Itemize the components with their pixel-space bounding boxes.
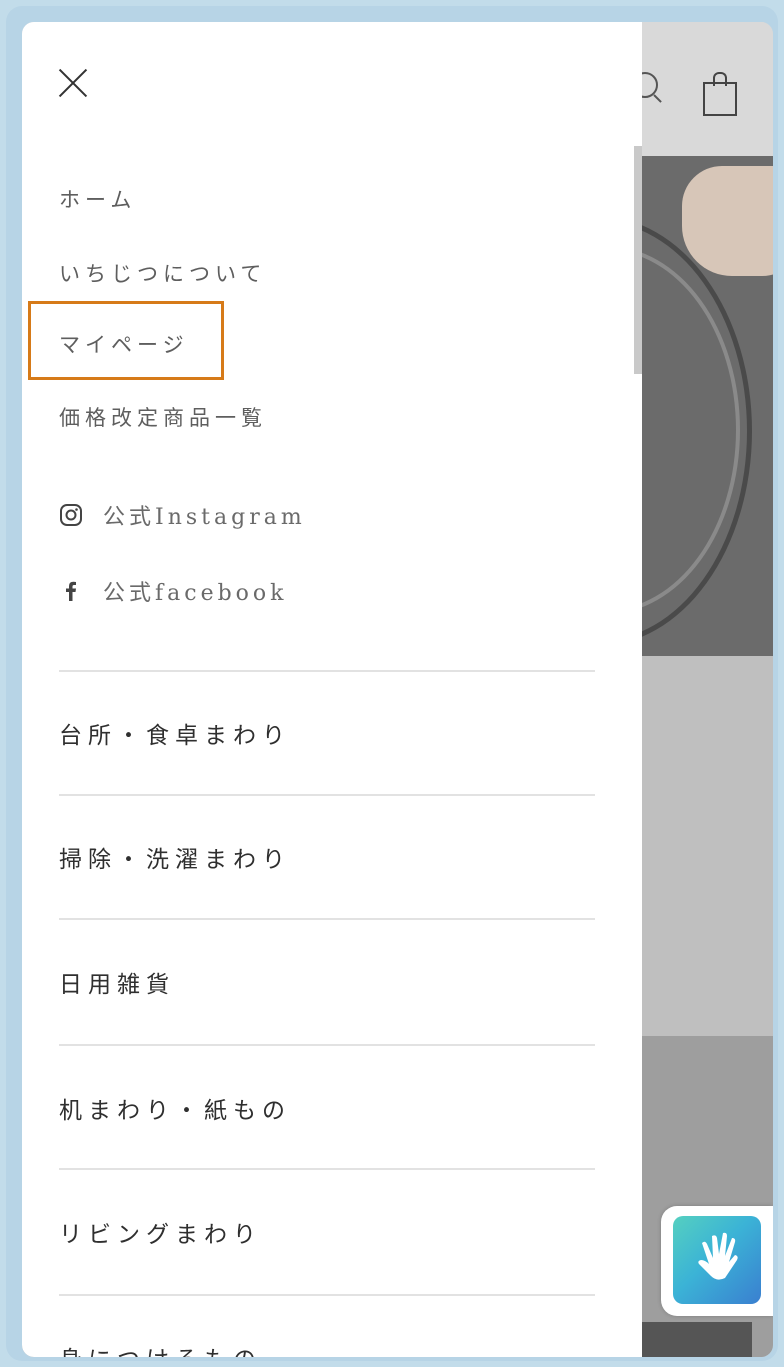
nav-link-about[interactable]: いちじつについて bbox=[59, 258, 266, 288]
category-wearables[interactable]: 身につけるもの bbox=[59, 1340, 262, 1357]
instagram-link[interactable]: 公式Instagram bbox=[59, 499, 306, 531]
category-living[interactable]: リビングまわり bbox=[59, 1215, 262, 1249]
hand-icon bbox=[673, 1216, 761, 1304]
screen: ホーム いちじつについて マイページ 価格改定商品一覧 公式Instagram bbox=[22, 22, 773, 1357]
device-frame: ホーム いちじつについて マイページ 価格改定商品一覧 公式Instagram bbox=[6, 6, 778, 1361]
nav-link-price-revision[interactable]: 価格改定商品一覧 bbox=[59, 402, 267, 432]
nav-link-home[interactable]: ホーム bbox=[59, 184, 136, 214]
facebook-link[interactable]: 公式facebook bbox=[59, 575, 288, 607]
divider bbox=[59, 1168, 595, 1170]
facebook-icon bbox=[59, 579, 83, 603]
category-daily-goods[interactable]: 日用雑貨 bbox=[59, 965, 175, 999]
scrollbar[interactable] bbox=[634, 146, 642, 374]
divider bbox=[59, 1294, 595, 1296]
facebook-label: 公式facebook bbox=[103, 581, 288, 606]
instagram-icon bbox=[59, 503, 83, 527]
divider bbox=[59, 670, 595, 672]
divider bbox=[59, 918, 595, 920]
side-drawer-menu: ホーム いちじつについて マイページ 価格改定商品一覧 公式Instagram bbox=[22, 22, 642, 1357]
instagram-label: 公式Instagram bbox=[103, 505, 306, 530]
close-icon[interactable] bbox=[58, 68, 90, 100]
highlight-box bbox=[28, 301, 224, 380]
category-desk[interactable]: 机まわり・紙もの bbox=[59, 1091, 291, 1125]
chat-widget[interactable] bbox=[661, 1206, 773, 1316]
cart-icon bbox=[703, 72, 737, 116]
divider bbox=[59, 794, 595, 796]
category-kitchen[interactable]: 台所・食卓まわり bbox=[59, 716, 291, 750]
divider bbox=[59, 1044, 595, 1046]
category-cleaning[interactable]: 掃除・洗濯まわり bbox=[59, 840, 291, 874]
